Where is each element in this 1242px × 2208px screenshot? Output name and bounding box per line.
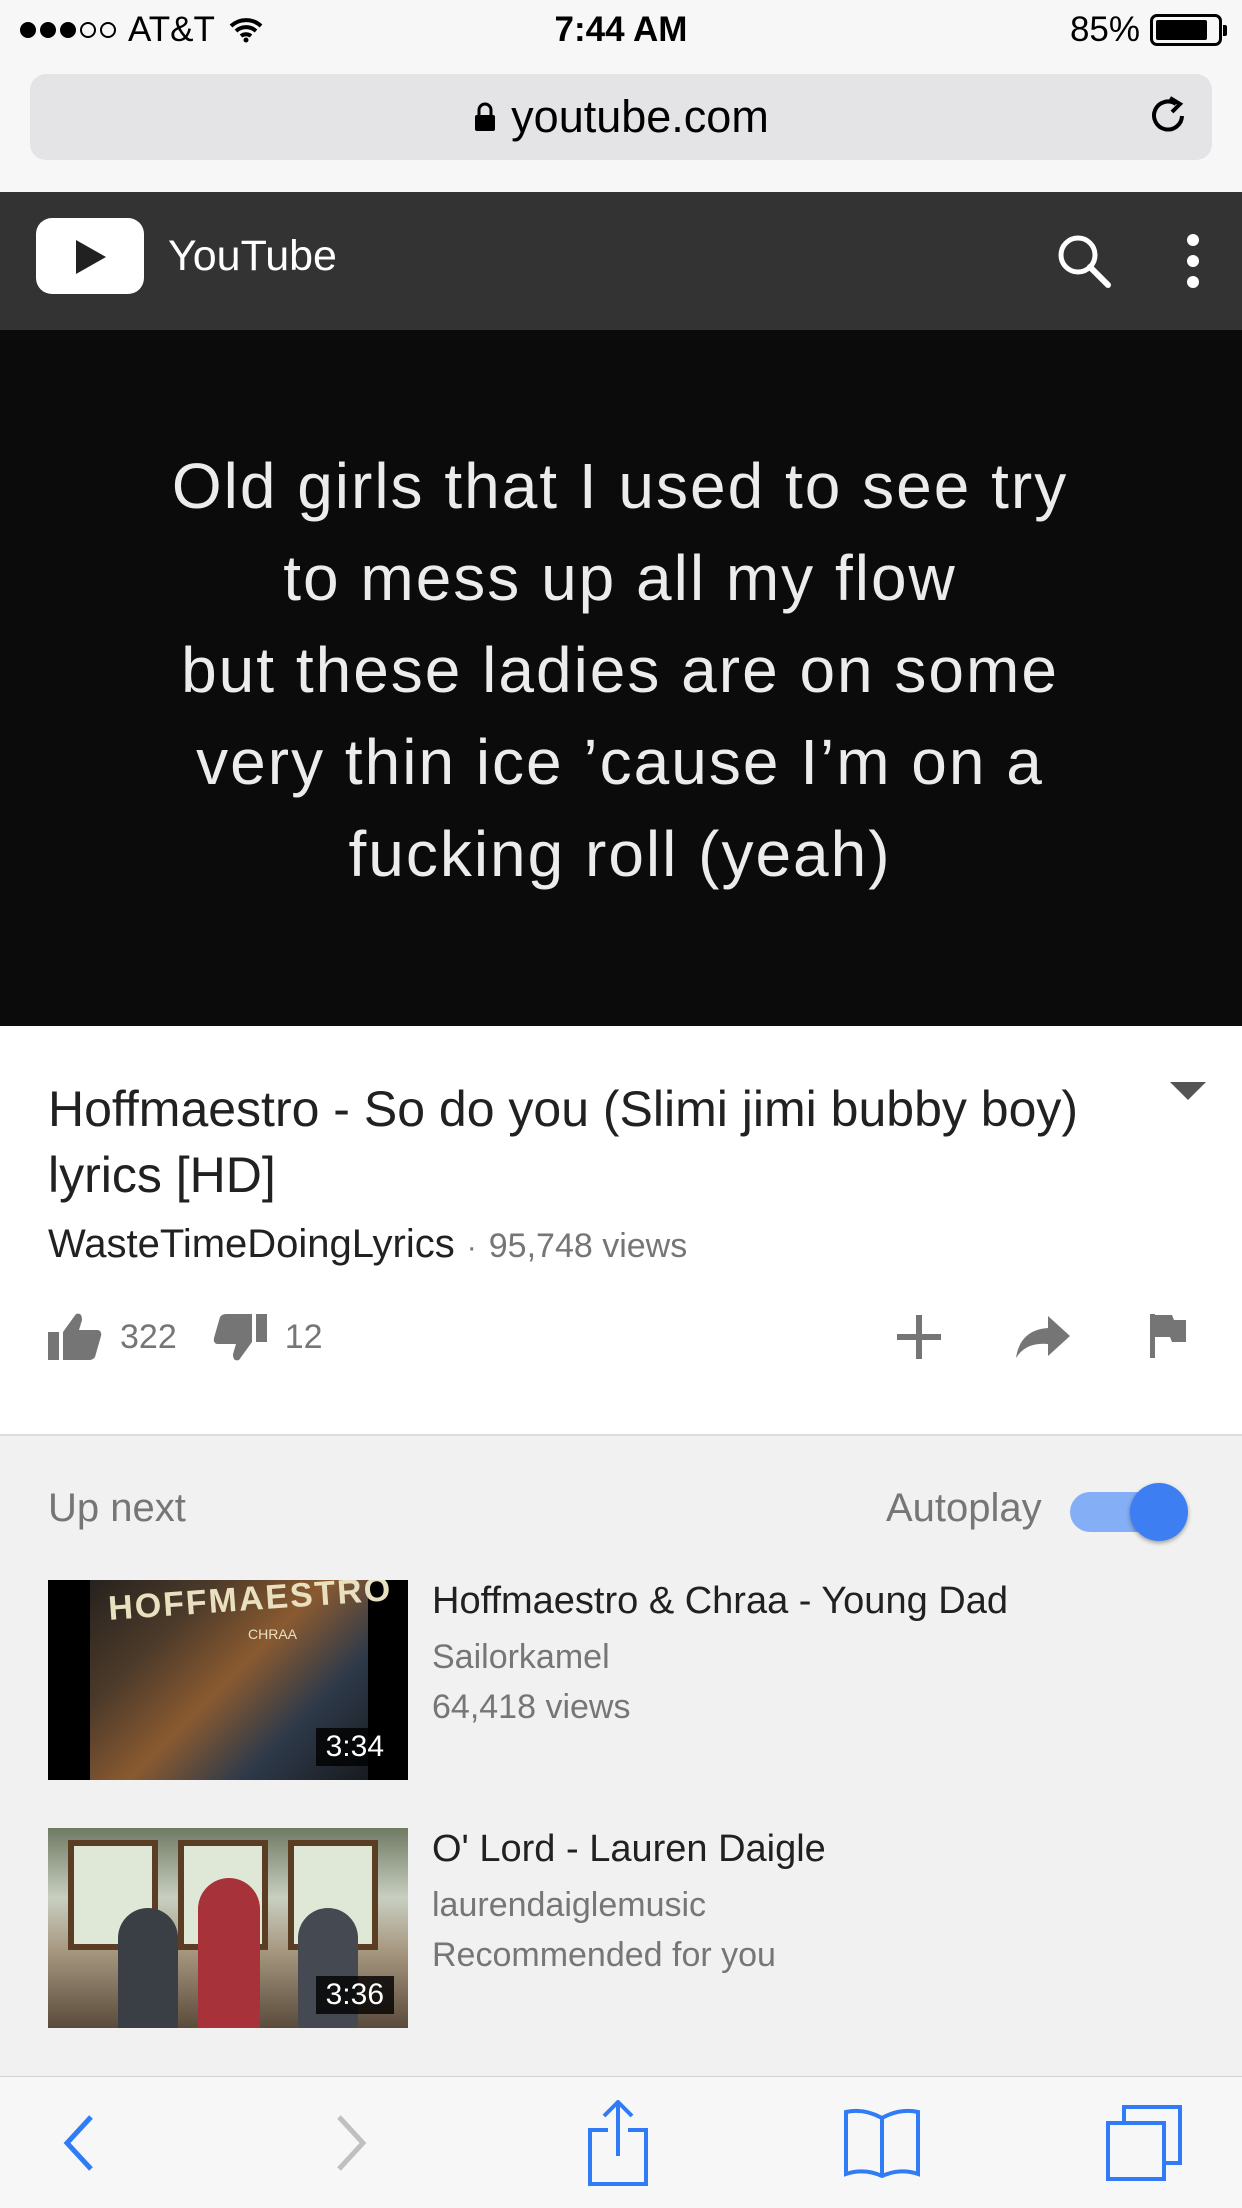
video-title: Hoffmaestro - So do you (Slimi jimi bubb… (48, 1081, 1079, 1203)
recommended-info: Recommended for you (432, 1936, 776, 1974)
recommended-video-item[interactable]: 3:36 O' Lord - Lauren Daigle laurendaigl… (48, 1828, 1208, 2028)
reload-icon[interactable] (1146, 94, 1190, 138)
video-lyrics-overlay: Old girls that I used to see try to mess… (120, 440, 1120, 900)
report-flag-icon[interactable] (1148, 1312, 1188, 1360)
thumbnail-art-subtext: CHRAA (248, 1626, 298, 1642)
like-icon[interactable] (48, 1312, 102, 1362)
lyric-line: but these ladies are on some (181, 634, 1059, 706)
lyric-line: fucking roll (yeah) (348, 818, 892, 890)
search-icon[interactable] (1055, 232, 1113, 290)
lyric-line: very thin ice ’cause I’m on a (196, 726, 1044, 798)
add-to-playlist-icon[interactable] (894, 1312, 944, 1362)
recommended-title[interactable]: O' Lord - Lauren Daigle (432, 1828, 826, 1871)
recommended-info: 64,418 views (432, 1688, 631, 1726)
thumbnail-art-text: HOFFMAESTRO (106, 1580, 394, 1628)
bookmarks-button[interactable] (832, 2077, 932, 2208)
video-thumbnail[interactable]: 3:36 (48, 1828, 408, 2028)
video-meta: WasteTimeDoingLyrics · 95,748 views (48, 1222, 687, 1267)
autoplay-toggle-knob[interactable] (1130, 1483, 1188, 1541)
video-thumbnail[interactable]: HOFFMAESTRO CHRAA 3:34 (48, 1580, 408, 1780)
video-duration: 3:36 (315, 1976, 394, 2014)
youtube-header: YouTube (0, 192, 1242, 330)
recommended-title[interactable]: Hoffmaestro & Chraa - Young Dad (432, 1580, 1008, 1623)
share-button[interactable] (568, 2077, 668, 2208)
status-time: 7:44 AM (554, 10, 688, 49)
back-button[interactable] (28, 2077, 128, 2208)
lock-icon (475, 102, 496, 131)
dislike-icon[interactable] (213, 1312, 267, 1362)
battery-icon (1150, 14, 1227, 46)
forward-chevron-icon (337, 2115, 367, 2171)
channel-name[interactable]: WasteTimeDoingLyrics (48, 1222, 455, 1267)
address-bar[interactable]: youtube.com (30, 74, 1212, 160)
lyric-line: to mess up all my flow (283, 542, 957, 614)
tabs-button[interactable] (1094, 2077, 1194, 2208)
autoplay-label: Autoplay (886, 1486, 1042, 1530)
back-chevron-icon (63, 2115, 93, 2171)
header-title[interactable]: YouTube (168, 232, 337, 281)
youtube-logo-icon[interactable] (36, 218, 144, 294)
forward-button[interactable] (302, 2077, 402, 2208)
like-count: 322 (120, 1317, 177, 1356)
url-text: youtube.com (511, 91, 769, 142)
url-display[interactable]: youtube.com (30, 74, 1212, 160)
meta-separator: · (466, 1231, 477, 1264)
more-vert-icon[interactable] (1178, 232, 1208, 292)
battery-percent: 85% (1069, 10, 1140, 49)
rating-actions: 322 12 (48, 1312, 359, 1362)
autoplay-toggle[interactable] (1070, 1483, 1188, 1541)
expand-description-icon[interactable] (1170, 1082, 1206, 1102)
up-next-label: Up next (48, 1486, 186, 1530)
recommended-channel: laurendaiglemusic (432, 1886, 707, 1924)
up-next-section: Up next Autoplay HOFFMAESTRO CHRAA 3:34 … (0, 1436, 1242, 2076)
video-info-panel: Hoffmaestro - So do you (Slimi jimi bubb… (0, 1026, 1242, 1436)
share-icon[interactable] (1014, 1312, 1072, 1362)
browser-toolbar (0, 2076, 1242, 2208)
video-player[interactable]: Old girls that I used to see try to mess… (0, 330, 1242, 1026)
share-sheet-icon (588, 2100, 648, 2186)
battery-fill (1156, 20, 1207, 40)
status-bar: AT&T 7:44 AM 85% (0, 0, 1242, 62)
dislike-count: 12 (284, 1317, 323, 1356)
tabs-icon (1106, 2105, 1182, 2181)
recommended-video-item[interactable]: HOFFMAESTRO CHRAA 3:34 Hoffmaestro & Chr… (48, 1580, 1208, 1780)
view-count: 95,748 views (488, 1227, 688, 1265)
recommended-channel: Sailorkamel (432, 1638, 610, 1676)
browser-url-area: youtube.com (0, 62, 1242, 192)
lyric-line: Old girls that I used to see try (171, 450, 1069, 522)
status-right: 85% (1069, 10, 1227, 50)
bookmarks-book-icon (844, 2108, 920, 2178)
video-duration: 3:34 (315, 1728, 394, 1766)
